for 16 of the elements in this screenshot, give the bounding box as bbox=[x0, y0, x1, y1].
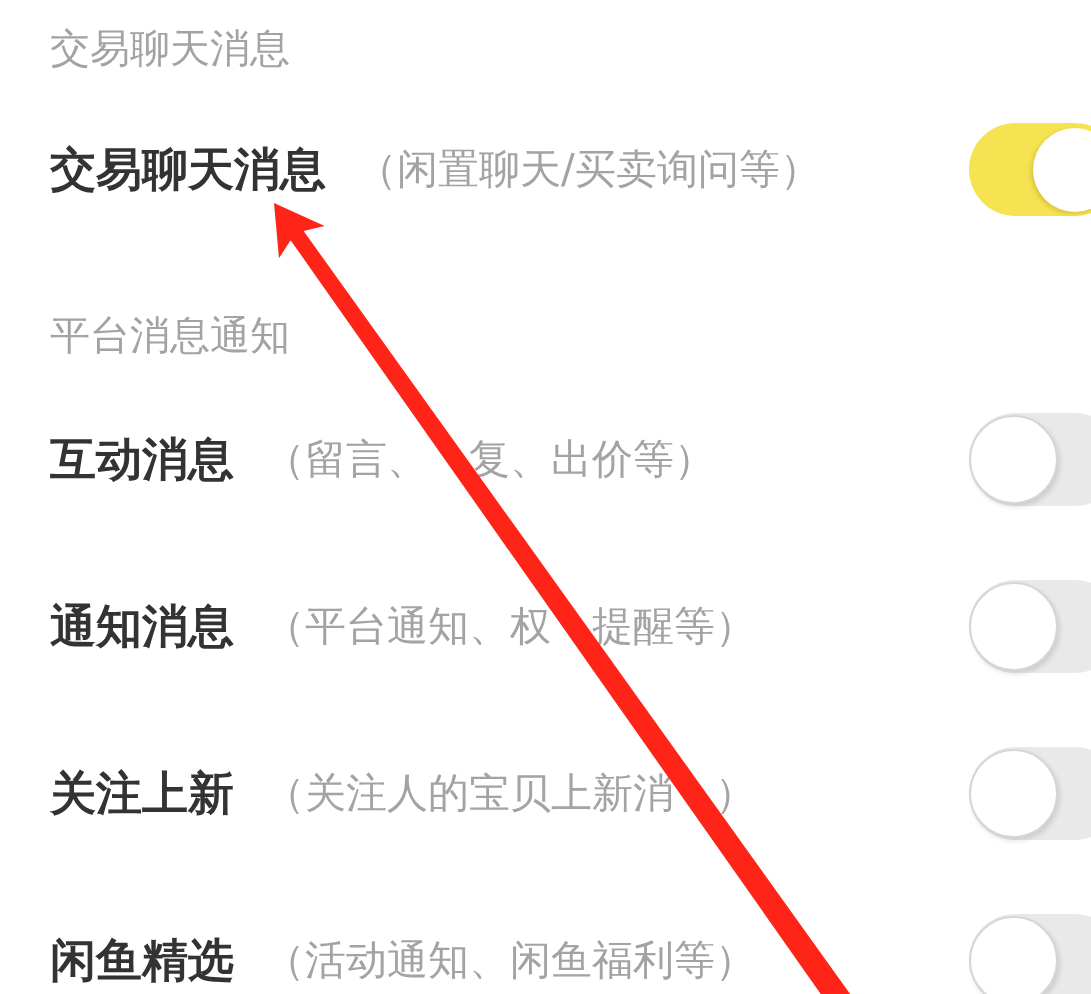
toggle-switch[interactable] bbox=[969, 747, 1091, 840]
toggle-switch[interactable] bbox=[969, 123, 1091, 216]
setting-title: 交易聊天消息 bbox=[50, 141, 326, 198]
setting-description: （闲置聊天/买卖询问等） bbox=[356, 144, 821, 195]
setting-title: 互动消息 bbox=[50, 431, 234, 488]
setting-description: （活动通知、闲鱼福利等） bbox=[264, 935, 756, 986]
setting-description: （留言、 复、出价等） bbox=[264, 434, 715, 485]
section-header: 平台消息通知 bbox=[50, 311, 290, 359]
setting-title: 关注上新 bbox=[50, 765, 234, 822]
setting-title: 通知消息 bbox=[50, 598, 234, 655]
toggle-switch[interactable] bbox=[969, 580, 1091, 673]
toggle-switch[interactable] bbox=[969, 413, 1091, 506]
section-header: 交易聊天消息 bbox=[50, 24, 290, 72]
setting-description: （关注人的宝贝上新消 ） bbox=[264, 768, 756, 819]
setting-description: （平台通知、权 提醒等） bbox=[264, 601, 756, 652]
setting-title: 闲鱼精选 bbox=[50, 932, 234, 989]
